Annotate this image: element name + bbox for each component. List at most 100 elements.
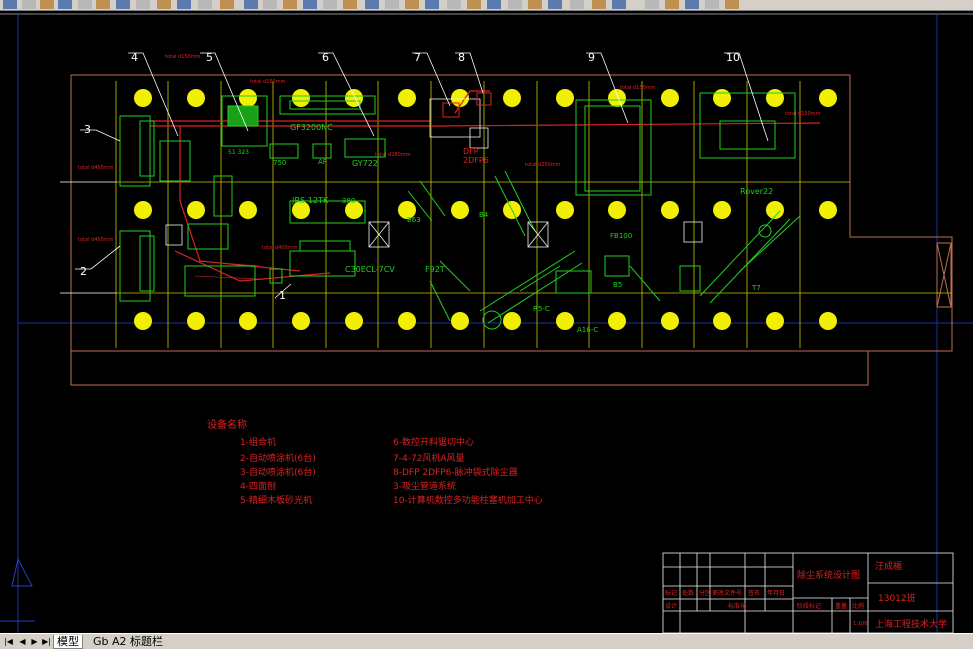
toolbar-button-icon[interactable] <box>467 0 481 9</box>
callout-8: 8 <box>458 51 465 64</box>
label-jrs: JRS-12TK <box>291 196 329 205</box>
toolbar-button-icon[interactable] <box>283 0 297 9</box>
tb-row2-0: 设计 <box>665 602 677 610</box>
label-gy722: GY722 <box>352 159 378 168</box>
toolbar-button-icon[interactable] <box>365 0 379 9</box>
toolbar-button-icon[interactable] <box>405 0 419 9</box>
label-fb100: FB100 <box>610 232 632 240</box>
legend-left-2: 3-自动喷涂机(6台) <box>240 466 316 478</box>
toolbar-button-icon[interactable] <box>343 0 357 9</box>
toolbar-button-icon[interactable] <box>385 0 399 9</box>
legend-left-4: 5-精细木板砂光机 <box>240 494 312 506</box>
tb-row1-0: 标记 <box>665 589 677 597</box>
tb-row3-1: 重量 <box>835 602 847 610</box>
toolbar-button-icon[interactable] <box>22 0 36 9</box>
svg-text:total d150mm: total d150mm <box>250 79 286 85</box>
toolbar-button-icon[interactable] <box>263 0 277 9</box>
tab-model[interactable]: 模型 <box>53 635 83 649</box>
callout-10: 10 <box>726 51 740 64</box>
toolbar-button-icon[interactable] <box>220 0 234 9</box>
svg-text:total d150mm: total d150mm <box>620 85 656 91</box>
toolbar-button-icon[interactable] <box>157 0 171 9</box>
drawing-canvas[interactable]: 1 2 3 4 5 6 7 8 9 10 GF3200NC 51 323 GY7… <box>0 11 973 633</box>
svg-text:total d250mm: total d250mm <box>525 162 561 168</box>
label-c30: C30ECL-7CV <box>345 265 395 274</box>
legend-right-2: 8-DFP 2DFP6-脉冲袋式除尘器 <box>393 466 518 478</box>
toolbar-button-icon[interactable] <box>136 0 150 9</box>
label-t7: T7 <box>751 284 761 292</box>
svg-text:total d150mm: total d150mm <box>165 54 201 60</box>
toolbar <box>0 0 973 11</box>
first-tab-arrow-icon[interactable]: |◀ <box>3 636 14 647</box>
tb-row2-1: 标准化 <box>728 602 746 610</box>
tb-row1-2: 分区 <box>699 589 711 597</box>
drawing-svg: 1 2 3 4 5 6 7 8 9 10 GF3200NC 51 323 GY7… <box>0 13 973 633</box>
toolbar-button-icon[interactable] <box>3 0 17 9</box>
toolbar-button-icon[interactable] <box>645 0 659 9</box>
class-number: 13012班 <box>878 592 916 604</box>
toolbar-button-icon[interactable] <box>96 0 110 9</box>
callout-1: 1 <box>279 289 286 302</box>
toolbar-button-icon[interactable] <box>425 0 439 9</box>
toolbar-button-icon[interactable] <box>592 0 606 9</box>
toolbar-button-icon[interactable] <box>725 0 739 9</box>
toolbar-button-icon[interactable] <box>78 0 92 9</box>
legend-left-1: 2-自动喷涂机(6台) <box>240 452 316 464</box>
callout-9: 9 <box>588 51 595 64</box>
label-a16: A16-C <box>577 326 598 334</box>
legend-title: 设备名称 <box>207 418 247 431</box>
layout-tab-bar: |◀ ◀ ▶ ▶| 模型 Gb A2 标题栏 <box>0 633 973 649</box>
tb-scale: 1:100 <box>853 621 867 627</box>
label-dfp: DFP <box>463 147 479 156</box>
toolbar-button-icon[interactable] <box>447 0 461 9</box>
callout-7: 7 <box>414 51 421 64</box>
label-rover: Rover22 <box>740 187 773 196</box>
label-r5: R5-C <box>533 305 550 313</box>
toolbar-button-icon[interactable] <box>177 0 191 9</box>
toolbar-button-icon[interactable] <box>548 0 562 9</box>
tab-layout1[interactable]: Gb A2 标题栏 <box>90 635 166 648</box>
toolbar-button-icon[interactable] <box>116 0 130 9</box>
label-f92: F92T <box>425 265 445 274</box>
tb-row1-5: 年月日 <box>767 589 785 597</box>
svg-text:total d450mm: total d450mm <box>78 237 114 243</box>
toolbar-button-icon[interactable] <box>487 0 501 9</box>
svg-text:total d400mm: total d400mm <box>262 245 298 251</box>
tb-row1-4: 签名 <box>748 589 760 597</box>
toolbar-button-icon[interactable] <box>323 0 337 9</box>
toolbar-button-icon[interactable] <box>665 0 679 9</box>
tb-row3-0: 阶段标记 <box>797 602 821 610</box>
toolbar-button-icon[interactable] <box>198 0 212 9</box>
label-b4: B4 <box>479 211 489 219</box>
callout-3: 3 <box>84 123 91 136</box>
callout-4: 4 <box>131 51 138 64</box>
toolbar-button-icon[interactable] <box>508 0 522 9</box>
toolbar-button-icon[interactable] <box>685 0 699 9</box>
svg-text:total d450mm: total d450mm <box>78 165 114 171</box>
next-tab-arrow-icon[interactable]: ▶ <box>29 636 40 647</box>
drawing-title: 除尘系统设计图 <box>797 569 860 581</box>
legend-left-0: 1-组合机 <box>240 436 276 448</box>
prev-tab-arrow-icon[interactable]: ◀ <box>17 636 28 647</box>
legend-right-1: 7-4-72风机A风量 <box>393 452 465 464</box>
label-gf3200: GF3200NC <box>290 123 333 132</box>
last-tab-arrow-icon[interactable]: ▶| <box>41 636 52 647</box>
toolbar-button-icon[interactable] <box>612 0 626 9</box>
svg-text:total d150mm: total d150mm <box>785 111 821 117</box>
toolbar-button-icon[interactable] <box>58 0 72 9</box>
legend: 设备名称 1-组合机 2-自动喷涂机(6台) 3-自动喷涂机(6台) 4-四面刨… <box>207 418 543 506</box>
toolbar-button-icon[interactable] <box>570 0 584 9</box>
toolbar-button-icon[interactable] <box>303 0 317 9</box>
label-750: 750 <box>273 159 286 167</box>
toolbar-button-icon[interactable] <box>705 0 719 9</box>
legend-right-4: 10-计算机数控多功能柱塞机加工中心 <box>393 494 543 506</box>
tb-row3-2: 比例 <box>852 602 864 610</box>
label-af: AF <box>318 158 327 166</box>
toolbar-button-icon[interactable] <box>528 0 542 9</box>
school-name: 上海工程技术大学 <box>875 618 947 630</box>
callout-2: 2 <box>80 265 87 278</box>
callout-6: 6 <box>322 51 329 64</box>
toolbar-button-icon[interactable] <box>40 0 54 9</box>
svg-text:total d280mm: total d280mm <box>375 152 411 158</box>
toolbar-button-icon[interactable] <box>244 0 258 9</box>
